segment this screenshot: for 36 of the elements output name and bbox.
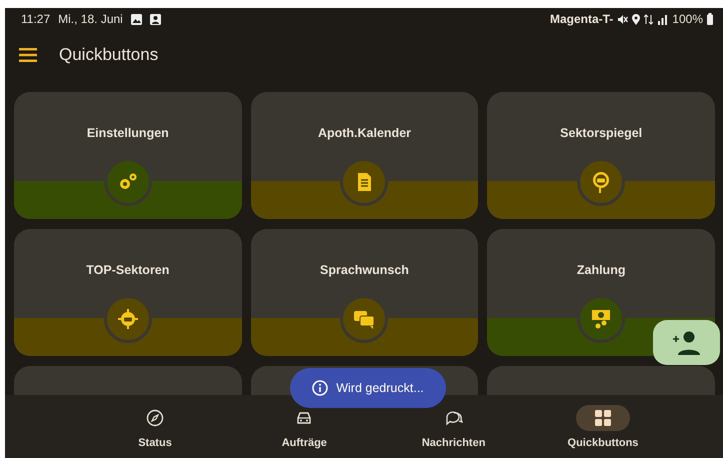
add-person-icon xyxy=(672,330,700,354)
nav-tab[interactable]: Status xyxy=(95,395,215,458)
battery-icon xyxy=(707,13,713,25)
tile-label: Apoth.Kalender xyxy=(316,125,412,142)
signal-icon xyxy=(657,14,668,24)
quickbutton-tile[interactable]: Einstellungen xyxy=(14,92,242,219)
menu-icon[interactable] xyxy=(19,48,37,62)
tile-label: TOP-Sektoren xyxy=(85,262,170,279)
compass-icon xyxy=(146,409,164,427)
location-icon xyxy=(632,14,640,24)
nav-tab[interactable]: Aufträge xyxy=(244,395,364,458)
quickbutton-tile[interactable]: Sektorspiegel xyxy=(487,92,715,219)
toast-text: Wird gedruckt... xyxy=(336,380,424,397)
grid-icon xyxy=(594,409,612,427)
tile-label: Einstellungen xyxy=(86,125,170,142)
carrier-name: Magenta-T- xyxy=(550,11,614,28)
data-transfer-icon xyxy=(644,14,654,24)
battery-level: 100% xyxy=(672,11,703,28)
status-time: 11:27 xyxy=(21,11,50,28)
quickbutton-tile[interactable]: Zahlung xyxy=(487,229,715,356)
image-icon xyxy=(130,14,142,24)
add-contact-fab[interactable] xyxy=(653,320,720,365)
nav-tab[interactable]: Nachrichten xyxy=(394,395,514,458)
contact-icon xyxy=(150,14,161,24)
quickbutton-tile[interactable]: Apoth.Kalender xyxy=(250,92,478,219)
mute-icon xyxy=(617,14,628,24)
app-title: Quickbuttons xyxy=(59,44,158,66)
tile-label: Sektorspiegel xyxy=(559,125,644,142)
status-date: Mi., 18. Juni xyxy=(58,11,123,28)
chat-icon xyxy=(444,409,463,427)
tile-label: Zahlung xyxy=(576,262,626,279)
info-icon xyxy=(312,380,328,396)
nav-tab[interactable]: Quickbuttons xyxy=(542,395,663,458)
tile-label: Sprachwunsch xyxy=(319,262,410,279)
quickbutton-tile[interactable]: TOP-Sektoren xyxy=(14,229,242,356)
quickbutton-tile[interactable]: Sprachwunsch xyxy=(250,229,478,356)
